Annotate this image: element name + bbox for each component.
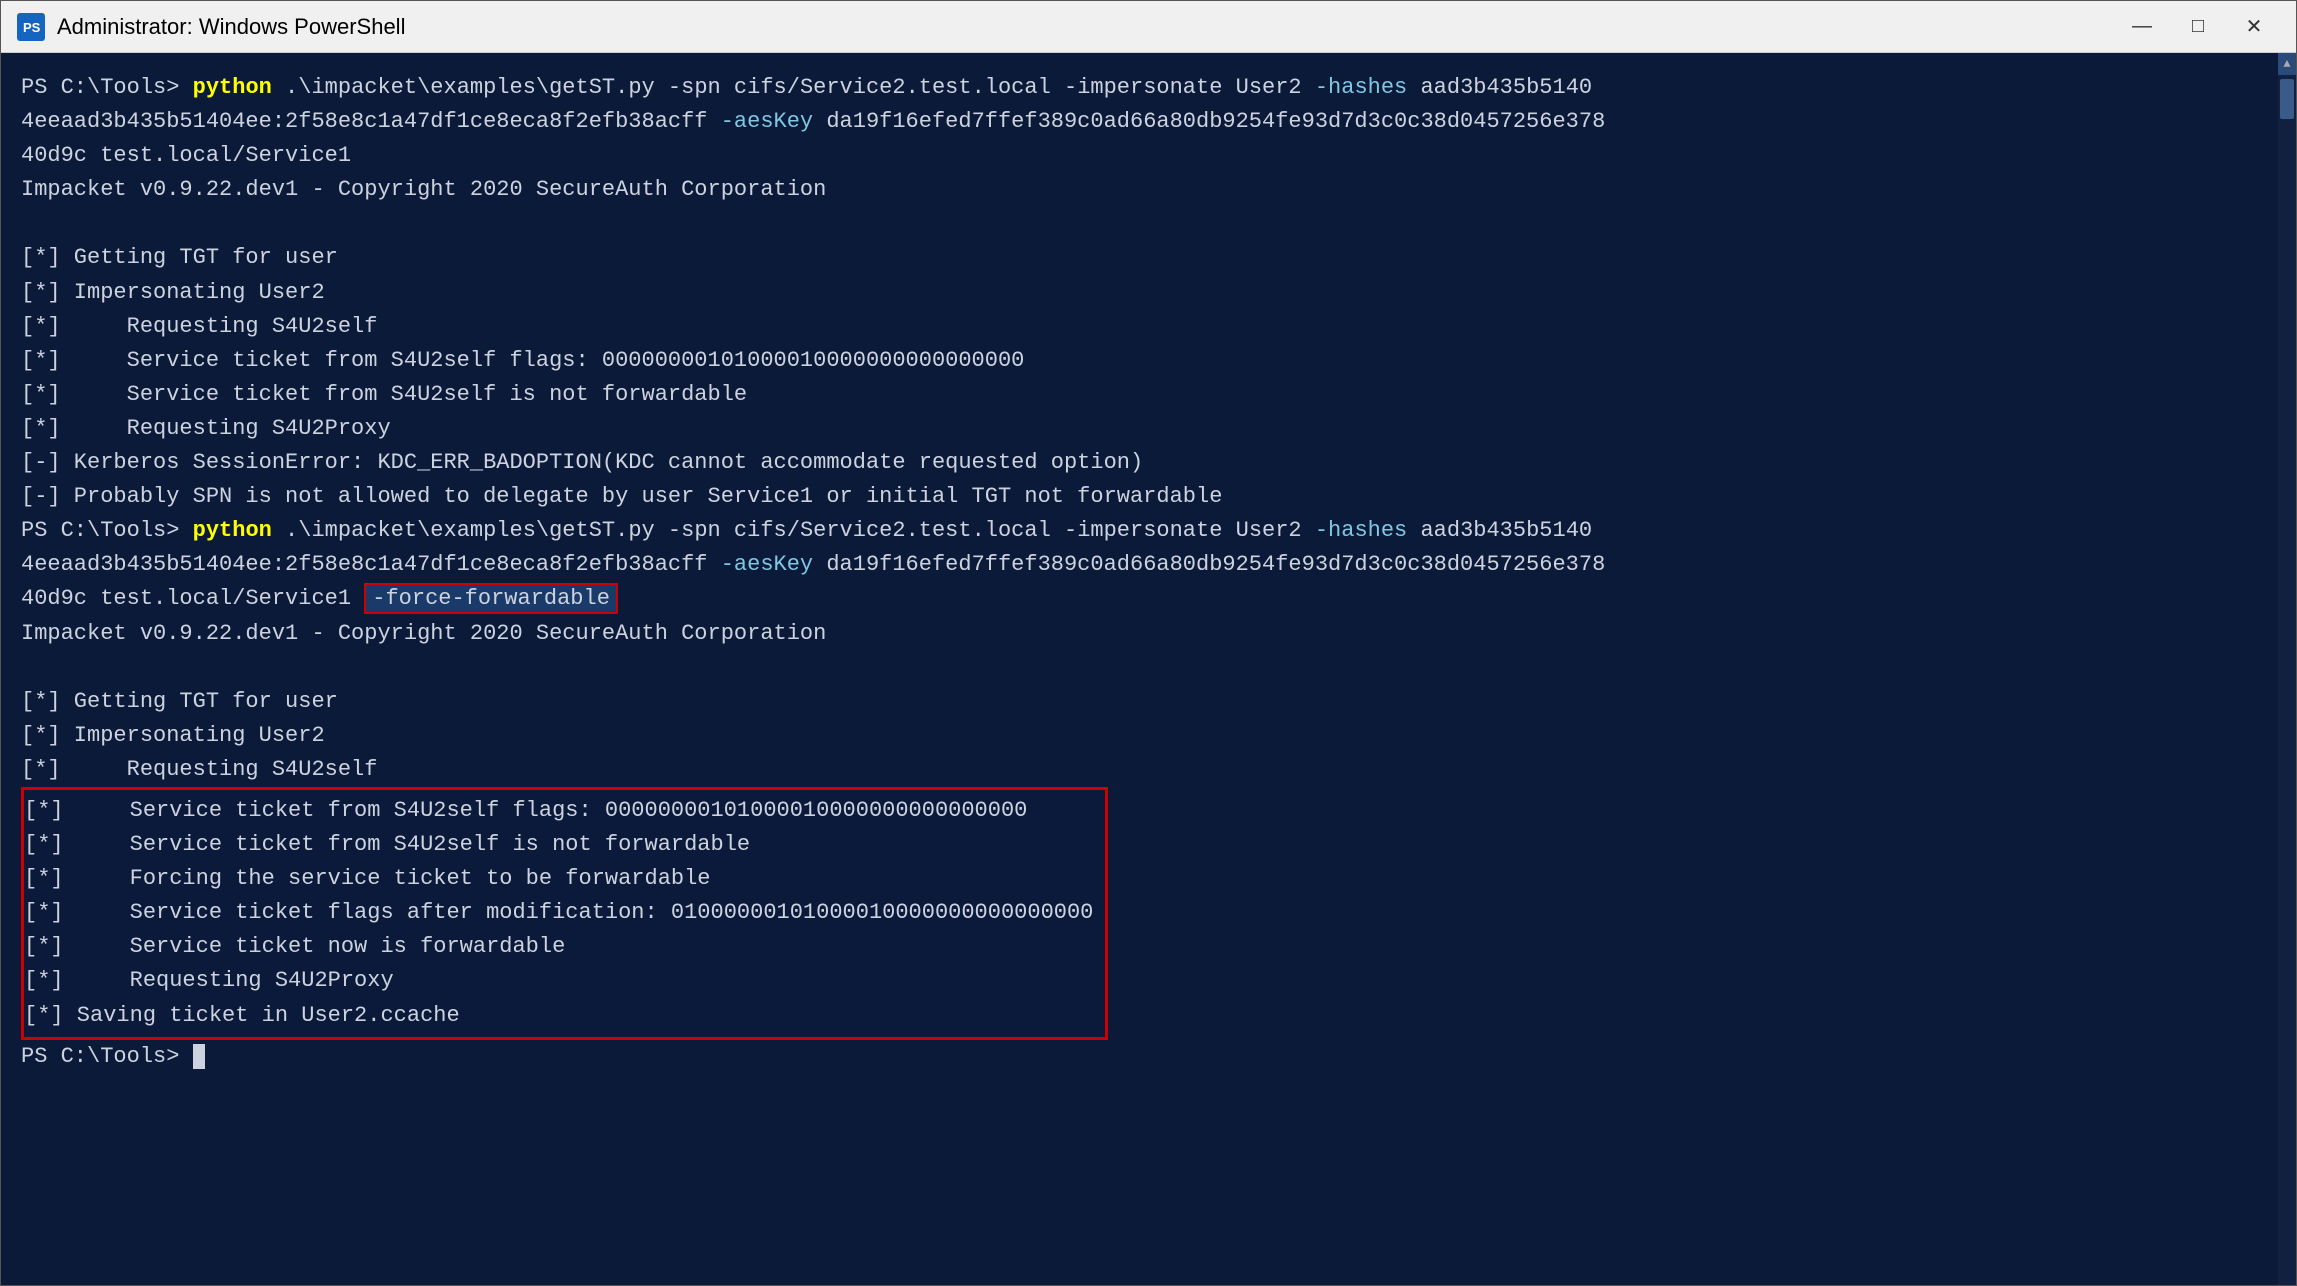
force-forwardable-flag: -force-forwardable [364, 583, 618, 614]
svg-text:PS: PS [23, 20, 41, 35]
terminal-line: [*] Service ticket from S4U2self flags: … [21, 344, 2276, 378]
close-button[interactable]: ✕ [2228, 9, 2280, 45]
terminal-line-force-forwardable: 40d9c test.local/Service1 -force-forward… [21, 582, 2276, 616]
terminal-line: [*] Impersonating User2 [21, 719, 2276, 753]
terminal-line: PS C:\Tools> python .\impacket\examples\… [21, 71, 2276, 105]
scroll-up-arrow[interactable]: ▲ [2278, 53, 2296, 75]
scrollbar[interactable]: ▲ [2278, 53, 2296, 1285]
scrollbar-thumb[interactable] [2280, 79, 2294, 119]
terminal-line: Impacket v0.9.22.dev1 - Copyright 2020 S… [21, 173, 2276, 207]
terminal-line: Impacket v0.9.22.dev1 - Copyright 2020 S… [21, 617, 2276, 651]
terminal-line: PS C:\Tools> python .\impacket\examples\… [21, 514, 2276, 548]
terminal-line: [-] Probably SPN is not allowed to deleg… [21, 480, 2276, 514]
terminal-line: 4eeaad3b435b51404ee:2f58e8c1a47df1ce8eca… [21, 548, 2276, 582]
title-bar: PS Administrator: Windows PowerShell — □… [1, 1, 2296, 53]
terminal-prompt-end: PS C:\Tools> [21, 1040, 2276, 1074]
terminal-line: [*] Requesting S4U2Proxy [24, 964, 1093, 998]
highlighted-section: [*] Service ticket from S4U2self flags: … [21, 787, 2276, 1040]
terminal-line: [*] Service ticket from S4U2self is not … [24, 828, 1093, 862]
terminal-line: [*] Forcing the service ticket to be for… [24, 862, 1093, 896]
terminal-line: [*] Requesting S4U2self [21, 310, 2276, 344]
terminal-line: 4eeaad3b435b51404ee:2f58e8c1a47df1ce8eca… [21, 105, 2276, 139]
terminal-line-empty [21, 651, 2276, 685]
terminal-line: [*] Getting TGT for user [21, 685, 2276, 719]
terminal-line: [*] Requesting S4U2Proxy [21, 412, 2276, 446]
window-controls: — □ ✕ [2116, 9, 2280, 45]
terminal-line: [*] Requesting S4U2self [21, 753, 2276, 787]
terminal-line: [*] Saving ticket in User2.ccache [24, 999, 1093, 1033]
terminal-output[interactable]: PS C:\Tools> python .\impacket\examples\… [1, 53, 2296, 1285]
terminal-line-empty [21, 207, 2276, 241]
terminal-line: [*] Getting TGT for user [21, 241, 2276, 275]
terminal-line: [*] Service ticket from S4U2self flags: … [24, 794, 1093, 828]
minimize-button[interactable]: — [2116, 9, 2168, 45]
window-title: Administrator: Windows PowerShell [57, 14, 2116, 40]
maximize-button[interactable]: □ [2172, 9, 2224, 45]
powershell-window: PS Administrator: Windows PowerShell — □… [0, 0, 2297, 1286]
terminal-line: [*] Service ticket flags after modificat… [24, 896, 1093, 930]
terminal-line: 40d9c test.local/Service1 [21, 139, 2276, 173]
terminal-line: [*] Impersonating User2 [21, 276, 2276, 310]
terminal-line: [-] Kerberos SessionError: KDC_ERR_BADOP… [21, 446, 2276, 480]
terminal-line: [*] Service ticket now is forwardable [24, 930, 1093, 964]
terminal-line: [*] Service ticket from S4U2self is not … [21, 378, 2276, 412]
red-box: [*] Service ticket from S4U2self flags: … [21, 787, 1108, 1040]
app-icon: PS [17, 13, 45, 41]
